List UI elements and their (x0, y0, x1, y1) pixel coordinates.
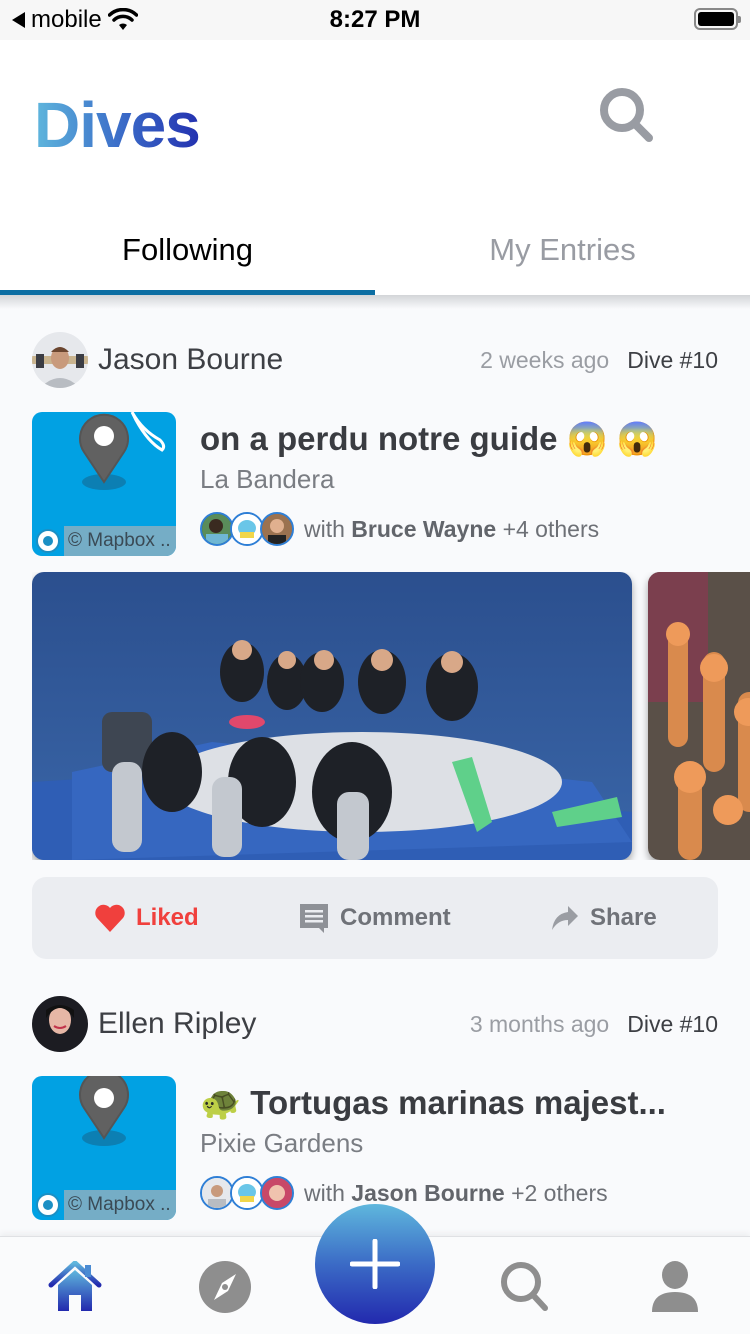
post-meta: 3 months ago Dive #10 (470, 1011, 718, 1038)
comment-icon (300, 904, 328, 933)
author-name[interactable]: Jason Bourne (98, 343, 283, 377)
header: Dives Following My Entries (0, 40, 750, 295)
comment-button[interactable]: Comment (298, 902, 451, 934)
map-thumbnail[interactable]: © Mapbox .. (32, 1076, 176, 1220)
with-prefix: with (304, 515, 345, 542)
author-avatar[interactable] (32, 996, 88, 1052)
dive-photo[interactable] (32, 572, 632, 860)
post-actions: Liked Comment Share (32, 877, 718, 959)
dive-buddies[interactable]: with Jason Bourne +2 others (200, 1176, 608, 1210)
with-prefix: with (304, 1179, 345, 1206)
search-icon (501, 1262, 548, 1311)
nav-home[interactable] (45, 1257, 105, 1317)
buddy-avatar (200, 1176, 234, 1210)
like-label: Liked (136, 904, 199, 931)
dive-number: Dive #10 (627, 1010, 718, 1037)
post-header: Jason Bourne 2 weeks ago Dive #10 (32, 332, 718, 388)
map-thumbnail[interactable]: © Mapbox .. (32, 412, 176, 556)
share-label: Share (590, 904, 657, 931)
avatar-image (32, 996, 88, 1052)
map-attribution[interactable]: © Mapbox .. (64, 1190, 176, 1220)
share-button[interactable]: Share (550, 904, 657, 932)
post-time: 2 weeks ago (480, 346, 610, 373)
feed-post: Jason Bourne 2 weeks ago Dive #10 © Mapb… (0, 332, 750, 962)
home-icon (48, 1261, 102, 1311)
post-header: Ellen Ripley 3 months ago Dive #10 (32, 996, 718, 1052)
buddy-avatar (200, 512, 234, 546)
battery-icon (694, 8, 741, 30)
dive-title: on a perdu notre guide 😱 😱 (200, 420, 659, 457)
header-shadow (0, 295, 750, 309)
compass-icon (199, 1261, 251, 1313)
header-search-button[interactable] (595, 84, 659, 148)
search-icon (600, 88, 653, 142)
page-title: Dives (34, 89, 201, 161)
buddy-avatar (230, 512, 264, 546)
dive-summary[interactable]: © Mapbox .. on a perdu notre guide 😱 😱 L… (32, 412, 722, 556)
plus-icon (350, 1239, 400, 1289)
dive-number: Dive #10 (627, 346, 718, 373)
tab-following[interactable]: Following (0, 205, 375, 295)
avatar-image (32, 332, 88, 388)
profile-icon (652, 1261, 698, 1312)
dive-site: La Bandera (200, 464, 335, 494)
status-time: 8:27 PM (329, 6, 421, 33)
heart-icon (95, 904, 125, 932)
comment-label: Comment (340, 904, 451, 931)
post-meta: 2 weeks ago Dive #10 (480, 347, 718, 374)
post-time: 3 months ago (469, 1010, 610, 1037)
mapbox-logo-icon (36, 529, 60, 553)
tab-my-entries[interactable]: My Entries (375, 205, 750, 295)
buddy-avatar (230, 1176, 264, 1210)
dive-summary[interactable]: © Mapbox .. 🐢 Tortugas marinas majest...… (32, 1076, 722, 1220)
map-attribution[interactable]: © Mapbox .. (64, 526, 176, 556)
buddy-avatar (260, 1176, 294, 1210)
feed-post: Ellen Ripley 3 months ago Dive #10 © Map… (0, 996, 750, 1236)
buddies-text: with Bruce Wayne +4 others (304, 516, 599, 543)
buddy-avatar (260, 512, 294, 546)
dive-buddies[interactable]: with Bruce Wayne +4 others (200, 512, 599, 546)
nav-profile[interactable] (645, 1257, 705, 1317)
author-name[interactable]: Ellen Ripley (98, 1007, 256, 1041)
add-dive-button[interactable] (315, 1204, 435, 1324)
author-avatar[interactable] (32, 332, 88, 388)
buddy-name[interactable]: Jason Bourne (351, 1180, 504, 1206)
dive-site: Pixie Gardens (200, 1128, 364, 1158)
screen: mobile 8:27 PM Dives Following My Entrie… (0, 0, 750, 1334)
buddies-text: with Jason Bourne +2 others (304, 1180, 608, 1207)
dive-title: 🐢 Tortugas marinas majest... (200, 1084, 666, 1121)
mapbox-logo-icon (36, 1193, 60, 1217)
feed-tabs: Following My Entries (0, 205, 750, 295)
share-icon (552, 906, 578, 930)
buddies-count: +4 others (502, 515, 600, 542)
photo-carousel[interactable] (32, 572, 750, 860)
nav-search[interactable] (495, 1257, 555, 1317)
like-button[interactable]: Liked (94, 903, 199, 933)
status-bar: mobile 8:27 PM (0, 0, 750, 40)
buddy-name[interactable]: Bruce Wayne (351, 516, 496, 542)
nav-explore[interactable] (195, 1257, 255, 1317)
buddies-count: +2 others (511, 1179, 608, 1206)
dive-photo[interactable] (648, 572, 750, 860)
